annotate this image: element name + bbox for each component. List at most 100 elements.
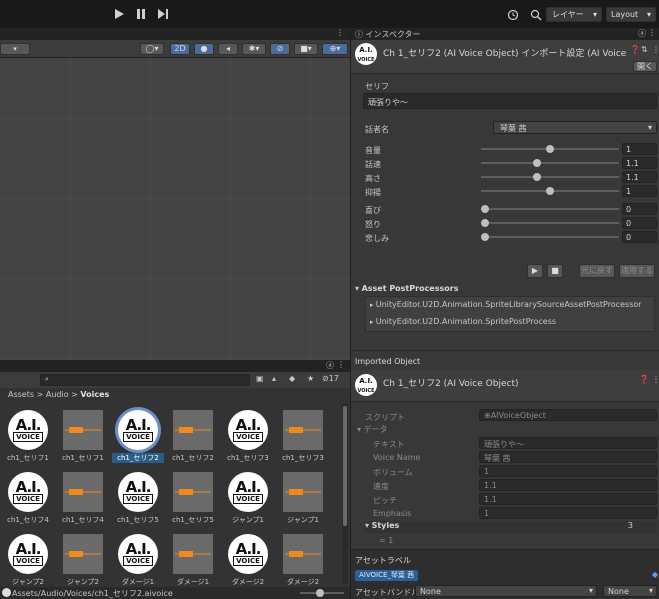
step-button[interactable] [156,8,170,20]
data-foldout[interactable]: ▾ データ [357,424,388,435]
lighting-toggle-icon[interactable]: ● [194,43,214,55]
voice-param-value-field[interactable]: 1 [622,185,657,197]
data-field-value[interactable]: 1 [479,507,657,519]
asset-item[interactable]: A.I. VOICE ch1_セリフ1 [2,410,54,468]
camera-dropdown-icon[interactable]: ■▾ [294,43,318,55]
asset-item[interactable]: A.I. VOICE ダメージ2 [222,534,274,590]
header-menu-icon[interactable]: ⋮ [652,375,659,384]
voice-param-slider[interactable] [481,171,619,183]
asset-item-label: ch1_セリフ3 [282,454,324,462]
asset-item[interactable]: ダメージ1 [167,534,219,590]
emotion-param-value-field[interactable]: 0 [622,231,657,243]
inspector-menu-icon[interactable]: ⋮ [648,28,656,37]
asset-label-tag[interactable]: AIVOICE_琴葉 茜 [355,570,419,581]
hidden-count[interactable]: ⊘17 [322,374,339,383]
asset-bundle-variant-dropdown[interactable]: None ▾ [603,585,657,597]
breadcrumb-audio[interactable]: Audio [46,390,69,399]
help-icon[interactable]: ❓ [630,45,640,54]
asset-item[interactable]: ch1_セリフ2 [167,410,219,468]
voice-param-slider[interactable] [481,185,619,197]
script-field[interactable]: ⊕AIVoiceObject [479,409,657,421]
visibility-toggle-icon[interactable]: ⊘ [270,43,290,55]
label-tag-icon[interactable]: ◆ [652,570,658,579]
postprocessor-item[interactable]: ▸ UnityEditor.U2D.Animation.SpritePostPr… [370,317,556,326]
emotion-param-slider[interactable] [481,217,619,229]
open-button[interactable]: 開く [633,61,657,72]
layout-label: Layout [611,10,639,19]
play-button[interactable] [112,8,126,20]
2d-toggle-button[interactable]: 2D [170,43,190,55]
presets-icon[interactable]: ⇅ [641,45,648,54]
help-icon[interactable]: ❓ [639,375,649,384]
thumbnail-size-slider[interactable] [300,587,344,599]
scene-menu-icon[interactable]: ⋮ [336,28,344,37]
emotion-param-value-field[interactable]: 0 [622,217,657,229]
asset-item[interactable]: ダメージ2 [277,534,329,590]
audio-toggle-icon[interactable]: ◂ [218,43,238,55]
asset-item[interactable]: A.I. VOICE ジャンプ1 [222,472,274,530]
breadcrumb-voices[interactable]: Voices [80,390,109,399]
postprocessor-item[interactable]: ▸ UnityEditor.U2D.Animation.SpriteLibrar… [370,300,642,309]
filter-label-icon[interactable]: ▴ [272,374,276,383]
emotion-param-slider[interactable] [481,231,619,243]
asset-item[interactable]: A.I. VOICE ジャンプ2 [2,534,54,590]
header-menu-icon[interactable]: ⋮ [652,45,659,54]
voice-param-slider[interactable] [481,143,619,155]
data-field-value[interactable]: 1.1 [479,479,657,491]
emotion-param-value-field[interactable]: 0 [622,203,657,215]
play-preview-button[interactable]: ▶ [527,264,543,278]
search-icon[interactable] [530,9,542,21]
breadcrumb-assets[interactable]: Assets [8,390,34,399]
asset-item[interactable]: A.I. VOICE ch1_セリフ5 [112,472,164,530]
asset-item[interactable]: A.I. VOICE ch1_セリフ2 [112,410,164,468]
asset-item[interactable]: ch1_セリフ5 [167,472,219,530]
data-field-value[interactable]: 1.1 [479,493,657,505]
shading-dropdown[interactable]: ▾ [0,43,30,55]
layout-dropdown[interactable]: Layout ▾ [606,7,656,22]
asset-item[interactable]: ch1_セリフ3 [277,410,329,468]
asset-item[interactable]: ch1_セリフ1 [57,410,109,468]
emotion-param-slider[interactable] [481,203,619,215]
apply-button[interactable]: 適用する [619,264,655,278]
scrollbar-thumb[interactable] [343,406,347,526]
imported-object-title: Imported Object [355,357,421,366]
postprocessors-foldout[interactable]: ▾ Asset PostProcessors [355,284,655,296]
stop-preview-button[interactable]: ■ [547,264,563,278]
voice-param-value-field[interactable]: 1.1 [622,171,657,183]
speaker-dropdown[interactable]: 琴葉 茜 ▾ [493,121,657,134]
draw-mode-button[interactable]: ◯▾ [140,43,164,55]
history-icon[interactable] [507,9,519,21]
favorite-icon[interactable]: ★ [307,374,314,383]
project-menu-icon[interactable]: ⋮ [337,360,345,369]
project-search-input[interactable]: ⌕ [40,374,250,386]
aivoice-logo-icon: A.I. VOICE [228,472,268,512]
inspector-tab[interactable]: ⓘ インスペクター [355,29,421,40]
serif-input[interactable]: 頑張りや〜 [363,93,657,109]
asset-bundle-dropdown[interactable]: None ▾ [415,585,597,597]
styles-foldout[interactable]: ▾ Styles 3 [365,521,657,533]
asset-item[interactable]: ジャンプ1 [277,472,329,530]
project-scrollbar[interactable] [342,404,348,584]
audio-waveform-icon [173,410,213,450]
lock-icon[interactable]: ⓐ [326,360,334,371]
gizmos-dropdown-icon[interactable]: ⊕▾ [322,43,348,55]
voice-param-value-field[interactable]: 1.1 [622,157,657,169]
voice-param-slider[interactable] [481,157,619,169]
asset-item[interactable]: ch1_セリフ4 [57,472,109,530]
asset-item[interactable]: A.I. VOICE ダメージ1 [112,534,164,590]
data-field-value[interactable]: 1 [479,465,657,477]
asset-item[interactable]: A.I. VOICE ch1_セリフ3 [222,410,274,468]
revert-button[interactable]: 元に戻す [579,264,615,278]
asset-item[interactable]: A.I. VOICE ch1_セリフ4 [2,472,54,530]
layers-dropdown[interactable]: レイヤー ▾ [546,7,602,22]
voice-param-value-field[interactable]: 1 [622,143,657,155]
pause-button[interactable] [134,8,148,20]
lock-icon[interactable]: ⓐ [638,28,646,39]
filter-type-icon[interactable]: ▣ [256,374,264,383]
effects-dropdown-icon[interactable]: ✱▾ [242,43,266,55]
data-field-value[interactable]: 琴葉 茜 [479,451,657,463]
tag-icon[interactable]: ◆ [289,374,295,383]
asset-item[interactable]: ジャンプ2 [57,534,109,590]
scene-grid[interactable] [0,58,350,360]
data-field-value[interactable]: 頑張りや〜 [479,437,657,449]
